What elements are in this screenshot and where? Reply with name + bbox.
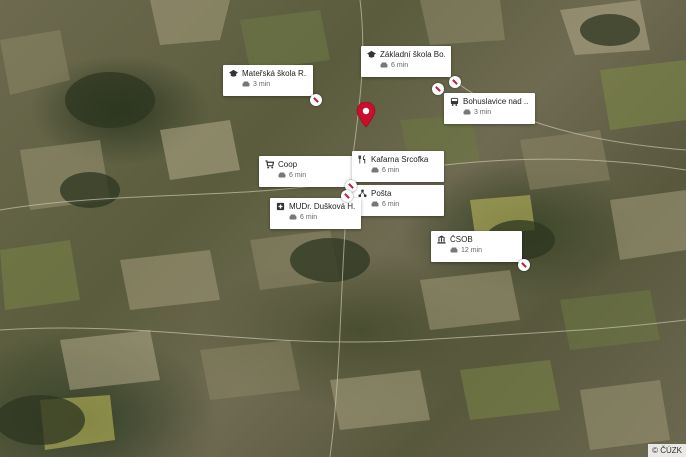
bank-icon — [437, 235, 446, 244]
restaurant-icon — [358, 155, 367, 164]
poi-card[interactable]: Kafarna Srcofka 6 min — [352, 151, 444, 182]
poi-travel-time: 6 min — [300, 214, 318, 221]
poi-travel-time: 6 min — [391, 62, 409, 69]
poi-travel-time: 3 min — [253, 81, 271, 88]
car-icon — [371, 167, 379, 174]
poi-name: Coop — [278, 160, 298, 169]
car-icon — [380, 62, 388, 69]
poi-name: Pošta — [371, 189, 392, 198]
bus-icon — [450, 97, 459, 106]
car-icon — [463, 109, 471, 116]
poi-name: Bohuslavice nad ... — [463, 97, 529, 106]
poi-travel-time: 6 min — [382, 167, 400, 174]
poi-marker[interactable] — [432, 83, 444, 95]
poi-name: ČSOB — [450, 235, 473, 244]
map-attribution: © ČÚZK — [648, 444, 686, 457]
poi-marker[interactable] — [341, 190, 353, 202]
poi-travel-time: 12 min — [461, 247, 483, 254]
poi-card[interactable]: Základní škola Bo... 6 min — [361, 46, 451, 77]
poi-card[interactable]: Pošta 6 min — [352, 185, 444, 216]
poi-card[interactable]: Bohuslavice nad ... 3 min — [444, 93, 535, 124]
poi-name: MUDr. Dušková H... — [289, 202, 355, 211]
poi-name: Mateřská škola R... — [242, 69, 307, 78]
poi-travel-time: 6 min — [382, 201, 400, 208]
poi-name: Základní škola Bo... — [380, 50, 445, 59]
car-icon — [450, 247, 458, 254]
poi-marker[interactable] — [449, 76, 461, 88]
poi-card[interactable]: ČSOB 12 min — [431, 231, 522, 262]
poi-card[interactable]: Coop 6 min — [259, 156, 355, 187]
poi-name: Kafarna Srcofka — [371, 155, 429, 164]
poi-travel-time: 6 min — [289, 172, 307, 179]
car-icon — [278, 172, 286, 179]
school-icon — [229, 69, 238, 78]
poi-travel-time: 3 min — [474, 109, 492, 116]
car-icon — [289, 214, 297, 221]
location-pin-icon[interactable] — [356, 101, 376, 128]
post-office-icon — [358, 189, 367, 198]
medical-icon — [276, 202, 285, 211]
school-icon — [367, 50, 376, 59]
car-icon — [371, 201, 379, 208]
poi-marker[interactable] — [310, 94, 322, 106]
car-icon — [242, 81, 250, 88]
poi-card[interactable]: MUDr. Dušková H... 6 min — [270, 198, 361, 229]
poi-card[interactable]: Mateřská škola R... 3 min — [223, 65, 313, 96]
shopping-cart-icon — [265, 160, 274, 169]
poi-marker[interactable] — [518, 259, 530, 271]
